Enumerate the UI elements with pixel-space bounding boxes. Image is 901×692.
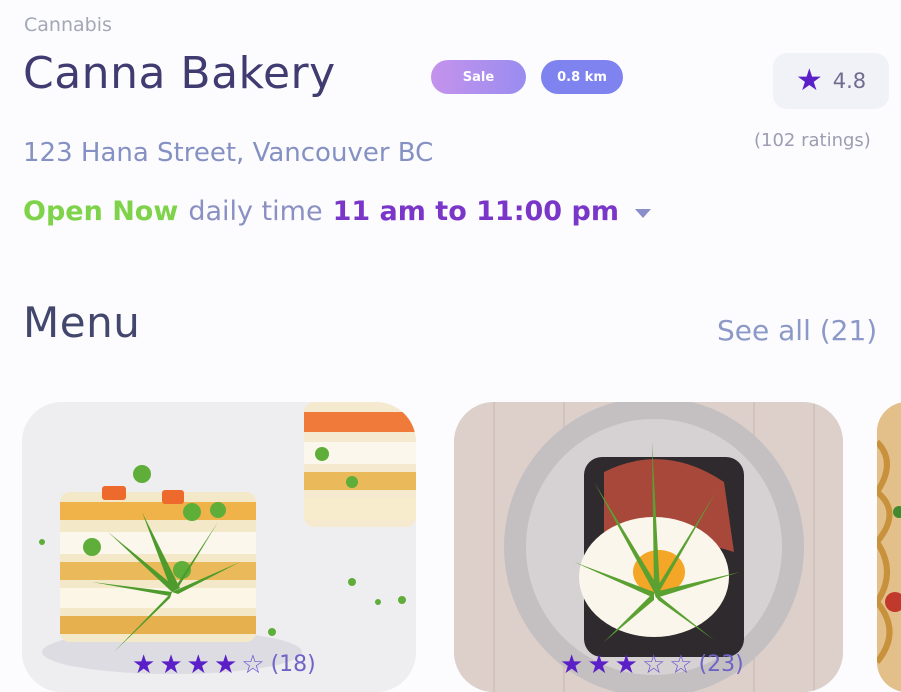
- rating-value: 4.8: [832, 69, 867, 93]
- review-count: (23): [698, 652, 744, 677]
- star-icon: ★: [560, 650, 584, 680]
- hours-label: daily time: [188, 196, 323, 227]
- item-rating: ★ ★ ★ ☆ ☆ (23): [560, 652, 744, 678]
- star-icon: ★: [186, 650, 210, 680]
- food-image: [877, 402, 901, 692]
- star-icon: ★: [159, 650, 183, 680]
- store-name: Canna Bakery: [23, 48, 336, 99]
- item-rating: ★ ★ ★ ★ ☆ (18): [132, 652, 316, 678]
- menu-heading: Menu: [23, 298, 141, 347]
- distance-badge: 0.8 km: [541, 60, 623, 94]
- opening-hours[interactable]: Open Now daily time 11 am to 11:00 pm: [23, 196, 651, 227]
- menu-item-card[interactable]: [22, 402, 416, 692]
- store-address: 123 Hana Street, Vancouver BC: [23, 138, 434, 168]
- star-icon: ★: [614, 650, 638, 680]
- see-all-link[interactable]: See all (21): [717, 314, 877, 347]
- star-outline-icon: ☆: [669, 650, 693, 680]
- star-icon: ★: [132, 650, 156, 680]
- hours-range: 11 am to 11:00 pm: [332, 196, 619, 227]
- sale-badge: Sale: [431, 60, 526, 94]
- review-count: (18): [270, 652, 316, 677]
- star-outline-icon: ☆: [641, 650, 666, 680]
- sale-badge-label: Sale: [462, 69, 495, 85]
- food-image: [454, 402, 843, 692]
- rating-box[interactable]: ★ 4.8: [773, 53, 889, 109]
- rating-count: (102 ratings): [754, 130, 871, 151]
- menu-item-card[interactable]: [454, 402, 843, 692]
- chevron-down-icon[interactable]: [634, 209, 651, 218]
- star-icon: ★: [213, 650, 238, 680]
- menu-item-card[interactable]: [877, 402, 901, 692]
- star-icon: ★: [587, 650, 611, 680]
- star-icon: ★: [795, 63, 823, 98]
- distance-badge-label: 0.8 km: [557, 69, 607, 85]
- store-category: Cannabis: [24, 14, 112, 36]
- open-status: Open Now: [23, 196, 179, 227]
- food-image: [22, 402, 416, 692]
- star-outline-icon: ☆: [241, 650, 265, 680]
